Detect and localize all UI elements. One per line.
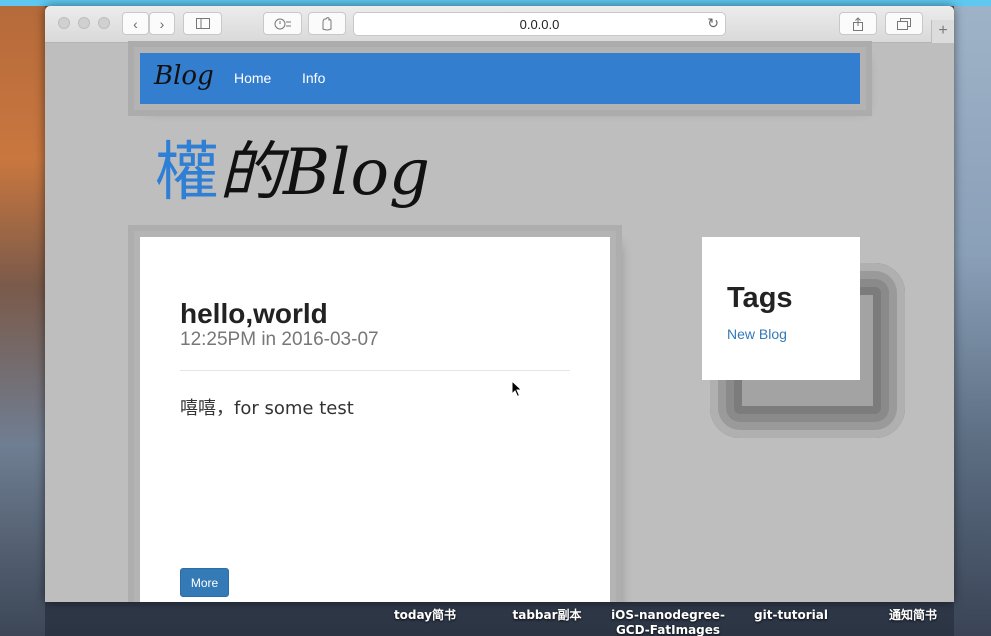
nav-link-info[interactable]: Info xyxy=(302,70,325,86)
browser-toolbar: ‹ › 0.0.0.0 ↻ + xyxy=(45,6,954,43)
site-navbar: Blog Home Info xyxy=(140,53,860,104)
url-text: 0.0.0.0 xyxy=(519,16,560,32)
post-divider xyxy=(180,370,570,371)
hand-icon xyxy=(322,16,332,30)
minimize-window-button[interactable] xyxy=(78,17,90,29)
mouse-pointer-icon xyxy=(511,380,523,398)
desktop-item-git-tutorial[interactable]: git-tutorial xyxy=(752,608,830,623)
post-meta: 12:25PM in 2016-03-07 xyxy=(180,329,379,350)
nav-link-home[interactable]: Home xyxy=(234,70,271,86)
tags-panel: Tags New Blog xyxy=(702,237,860,380)
plus-icon: + xyxy=(938,22,948,39)
post-title: hello,world xyxy=(180,298,328,329)
page-title: 權的Blog xyxy=(155,133,430,213)
more-button[interactable]: More xyxy=(180,568,229,597)
chevron-right-icon: › xyxy=(159,15,165,32)
desktop-wallpaper-right xyxy=(954,0,991,636)
clock-icon xyxy=(274,18,291,29)
tabs-overview-button[interactable] xyxy=(885,12,923,35)
tabs-icon xyxy=(897,17,911,30)
sidebar-button[interactable] xyxy=(183,12,222,35)
back-button[interactable]: ‹ xyxy=(122,12,149,35)
share-icon xyxy=(853,16,863,31)
page-title-accent: 權 xyxy=(155,136,219,210)
desktop-item-ios-nanodegree[interactable]: iOS-nanodegree-GCD-FatImages xyxy=(606,608,730,636)
desktop-item-notify[interactable]: 通知简书 xyxy=(880,608,946,623)
navbar-brand[interactable]: Blog xyxy=(154,61,214,91)
desktop-wallpaper-left xyxy=(0,0,45,636)
page-viewport: Blog Home Info 權的Blog hello,world 12:25P… xyxy=(45,43,954,602)
post-card: hello,world 12:25PM in 2016-03-07 嘻嘻，for… xyxy=(140,237,610,602)
tags-heading: Tags xyxy=(727,282,793,314)
reload-icon[interactable]: ↻ xyxy=(707,15,719,32)
forward-button[interactable]: › xyxy=(149,12,175,35)
share-button[interactable] xyxy=(839,12,877,35)
history-button[interactable] xyxy=(263,12,302,35)
address-bar[interactable]: 0.0.0.0 ↻ xyxy=(353,12,726,36)
desktop-item-tabbar[interactable]: tabbar副本 xyxy=(505,608,589,623)
page-title-rest: 的Blog xyxy=(219,136,430,210)
browser-window: ‹ › 0.0.0.0 ↻ + Blog Home Info 權的Blog he… xyxy=(45,6,954,602)
new-tab-button[interactable]: + xyxy=(931,20,954,43)
privacy-button[interactable] xyxy=(308,12,346,35)
desktop-item-today[interactable]: today简书 xyxy=(388,608,462,623)
zoom-window-button[interactable] xyxy=(98,17,110,29)
close-window-button[interactable] xyxy=(58,17,70,29)
tag-link[interactable]: New Blog xyxy=(727,326,787,342)
post-body: 嘻嘻，for some test xyxy=(180,398,354,419)
sidebar-icon xyxy=(195,18,210,29)
chevron-left-icon: ‹ xyxy=(133,15,138,32)
